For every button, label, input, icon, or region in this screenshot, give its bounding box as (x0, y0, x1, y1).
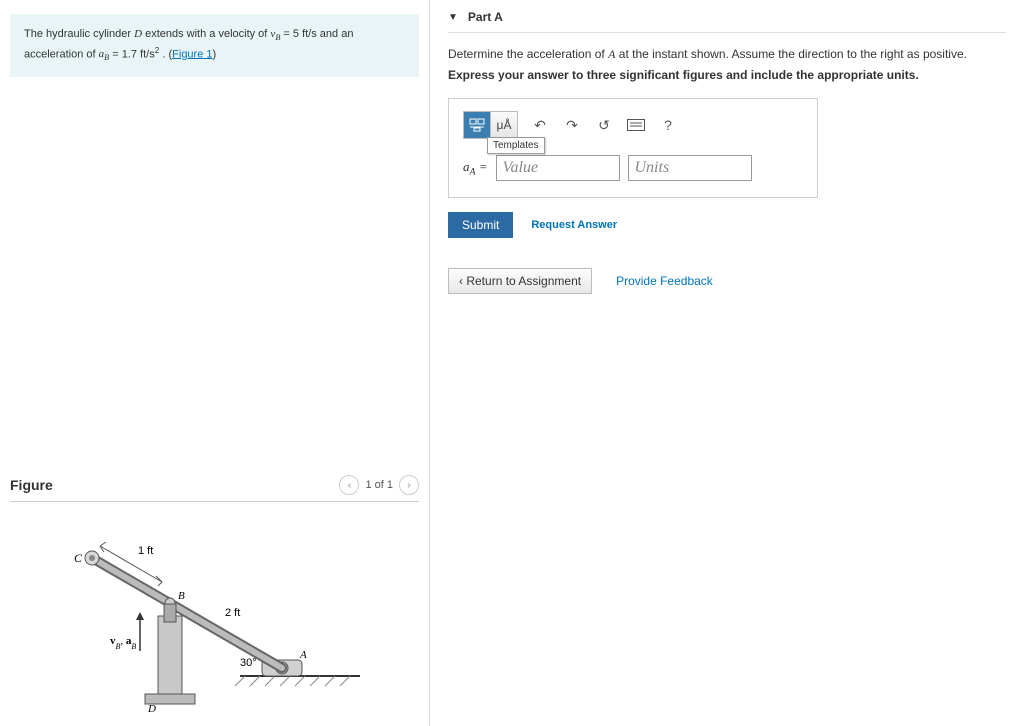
answer-box: μÅ ↶ ↷ ↺ ? Templates aA = Value Units (448, 98, 818, 198)
keyboard-icon (627, 119, 645, 131)
figure-heading: Figure (10, 477, 53, 493)
help-button[interactable]: ? (658, 115, 678, 135)
units-input[interactable]: Units (628, 155, 752, 181)
equation-toolbar: μÅ ↶ ↷ ↺ ? Templates (463, 111, 803, 139)
return-button[interactable]: ‹ Return to Assignment (448, 268, 592, 294)
intro-text: . ( (159, 48, 172, 60)
var-vB: vB (270, 28, 280, 40)
intro-text: ) (213, 48, 217, 60)
collapse-caret-icon: ▼ (448, 12, 458, 23)
svg-text:C: C (74, 551, 83, 565)
part-header[interactable]: ▼ Part A (448, 0, 1006, 33)
part-title: Part A (468, 10, 503, 24)
next-figure-button[interactable]: › (399, 475, 419, 495)
request-answer-link[interactable]: Request Answer (531, 219, 617, 231)
fraction-icon (469, 118, 485, 132)
problem-intro: The hydraulic cylinder D extends with a … (10, 14, 419, 77)
reset-button[interactable]: ↺ (594, 115, 614, 135)
var-aB: aB (99, 48, 110, 60)
provide-feedback-link[interactable]: Provide Feedback (616, 274, 713, 288)
svg-text:D: D (147, 703, 156, 715)
svg-text:2 ft: 2 ft (225, 607, 240, 619)
intro-text: = 1.7 ft/s (109, 48, 155, 60)
figure-pager: ‹ 1 of 1 › (339, 475, 419, 495)
figure-diagram: A 30° C B 1 ft 2 ft D (30, 516, 390, 716)
svg-text:A: A (299, 649, 307, 661)
intro-text: extends with a velocity of (142, 28, 270, 40)
figure-link[interactable]: Figure 1 (172, 48, 212, 60)
prev-figure-button[interactable]: ‹ (339, 475, 359, 495)
svg-text:B: B (178, 590, 185, 602)
answer-variable-label: aA = (463, 159, 488, 178)
figure-panel: Figure ‹ 1 of 1 › A 30° (10, 469, 419, 716)
keyboard-button[interactable] (626, 115, 646, 135)
templates-tooltip: Templates (487, 137, 545, 154)
symbols-button[interactable]: μÅ (490, 112, 517, 138)
question-text: Determine the acceleration of A at the i… (448, 47, 1006, 62)
svg-text:vB, aB: vB, aB (110, 635, 136, 651)
undo-button[interactable]: ↶ (530, 115, 550, 135)
var-D: D (134, 28, 142, 40)
submit-button[interactable]: Submit (448, 212, 513, 238)
svg-text:1 ft: 1 ft (138, 545, 153, 557)
value-input[interactable]: Value (496, 155, 620, 181)
templates-button[interactable] (464, 112, 490, 138)
question-instruction: Express your answer to three significant… (448, 68, 1006, 82)
intro-text: = 5 ft/s (280, 28, 316, 40)
redo-button[interactable]: ↷ (562, 115, 582, 135)
svg-text:30°: 30° (240, 657, 257, 669)
intro-text: The hydraulic cylinder (24, 28, 134, 40)
pager-text: 1 of 1 (365, 479, 393, 491)
